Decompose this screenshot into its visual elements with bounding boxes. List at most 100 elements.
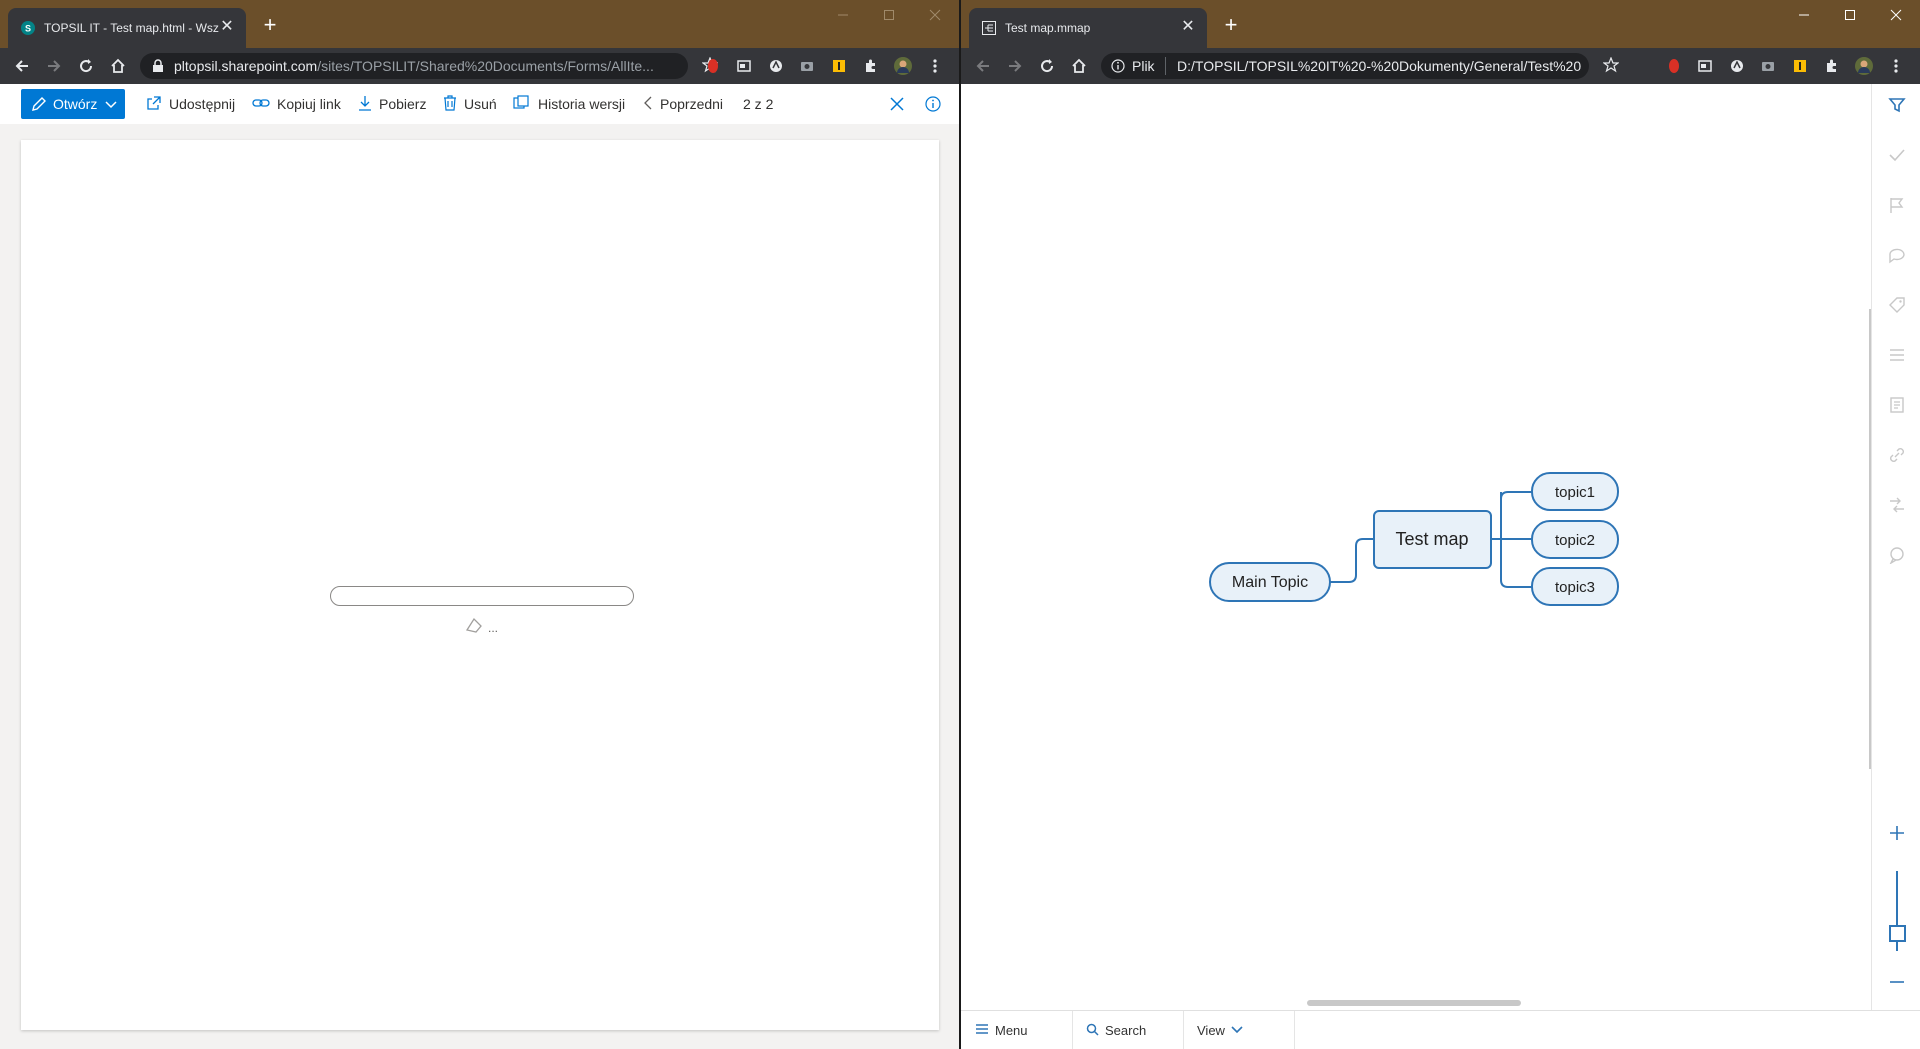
browser-menu-icon[interactable] [926, 57, 944, 75]
comment-icon[interactable] [1886, 244, 1908, 266]
delete-label: Usuń [464, 96, 497, 112]
search-icon [1086, 1023, 1099, 1039]
tab-title: Test map.mmap [1005, 21, 1091, 35]
info-icon[interactable] [925, 89, 941, 119]
home-icon[interactable] [104, 52, 132, 80]
address-bar[interactable]: Plik D:/TOPSIL/TOPSIL%20IT%20-%20Dokumen… [1101, 53, 1620, 79]
extension-circle-icon[interactable] [1728, 57, 1746, 75]
browser-toolbar: Plik D:/TOPSIL/TOPSIL%20IT%20-%20Dokumen… [961, 48, 1920, 84]
loading-icon [464, 616, 484, 639]
zoom-in-icon[interactable] [1886, 822, 1908, 844]
extensions-puzzle-icon[interactable] [1823, 57, 1841, 75]
delete-button[interactable]: Usuń [443, 89, 497, 119]
extension-camera-icon[interactable] [1759, 57, 1777, 75]
browser-toolbar: pltopsil.sharepoint.com/sites/TOPSILIT/S… [0, 48, 959, 84]
extension-circle-icon[interactable] [767, 57, 785, 75]
mindmap-bottom-bar: Menu Search View [961, 1010, 1920, 1049]
extension-camera-icon[interactable] [798, 57, 816, 75]
browser-tab-active[interactable]: Test map.mmap ✕ [969, 8, 1207, 48]
extension-yellow-icon[interactable] [1791, 57, 1809, 75]
browser-menu-icon[interactable] [1887, 57, 1905, 75]
bookmark-star-icon[interactable] [1602, 56, 1620, 76]
minimize-button[interactable] [820, 0, 866, 30]
extension-window-icon[interactable] [735, 57, 753, 75]
share-button[interactable]: Udostępnij [146, 89, 235, 119]
version-history-button[interactable]: Historia wersji [513, 89, 625, 119]
preview-page: ... [21, 140, 939, 1030]
flag-icon[interactable] [1886, 194, 1908, 216]
browser-window-mindmap: Test map.mmap ✕ + Plik D:/TOPSIL/TOPSIL%… [961, 0, 1920, 1049]
tab-close-icon[interactable]: ✕ [216, 16, 238, 38]
chevron-left-icon [643, 95, 653, 114]
sharepoint-command-bar: Otwórz Udostępnij Kopiuj link Pobierz Us… [0, 84, 959, 124]
view-label: View [1197, 1023, 1225, 1038]
menu-label: Menu [995, 1023, 1028, 1038]
version-history-icon [513, 94, 531, 114]
filter-icon[interactable] [1886, 94, 1908, 116]
previous-label: Poprzedni [660, 96, 724, 112]
new-tab-button[interactable]: + [258, 14, 282, 38]
url-host: pltopsil.sharepoint.com [174, 58, 318, 74]
previous-button[interactable]: Poprzedni [643, 89, 723, 119]
speech-bubble-icon[interactable] [1886, 544, 1908, 566]
zoom-out-icon[interactable] [1886, 971, 1908, 993]
forward-icon[interactable] [1001, 52, 1029, 80]
subtopic-label-2: topic2 [1555, 532, 1595, 549]
close-window-button[interactable] [912, 0, 958, 30]
close-preview-icon[interactable] [890, 89, 904, 119]
extension-red-icon[interactable] [704, 57, 722, 75]
back-icon[interactable] [8, 52, 36, 80]
subtopic-label-3: topic3 [1555, 579, 1595, 596]
tag-icon[interactable] [1886, 294, 1908, 316]
back-icon[interactable] [969, 52, 997, 80]
extensions-puzzle-icon[interactable] [862, 57, 880, 75]
notes-icon[interactable] [1886, 394, 1908, 416]
avatar[interactable] [894, 57, 912, 75]
horizontal-scrollbar[interactable] [1307, 1000, 1521, 1006]
relationship-icon[interactable] [1886, 494, 1908, 516]
lock-icon [152, 59, 164, 76]
page-counter: 2 z 2 [743, 96, 774, 112]
central-topic-label: Test map [1395, 529, 1468, 549]
new-tab-button[interactable]: + [1219, 14, 1243, 38]
extension-red-icon[interactable] [1665, 57, 1683, 75]
mindmap-canvas[interactable]: Main Topic Test map topic1 topic2 topic3 [961, 84, 1871, 1010]
chevron-down-icon [105, 97, 117, 113]
close-window-button[interactable] [1873, 0, 1919, 30]
extension-window-icon[interactable] [1696, 57, 1714, 75]
home-icon[interactable] [1065, 52, 1093, 80]
forward-icon[interactable] [40, 52, 68, 80]
avatar[interactable] [1855, 57, 1873, 75]
mindmap-diagram: Main Topic Test map topic1 topic2 topic3 [1209, 472, 1619, 606]
minimize-button[interactable] [1781, 0, 1827, 30]
open-label: Otwórz [53, 96, 98, 112]
download-button[interactable]: Pobierz [358, 89, 426, 119]
loading-text: ... [488, 621, 499, 635]
copy-link-button[interactable]: Kopiuj link [252, 89, 341, 119]
address-bar[interactable]: pltopsil.sharepoint.com/sites/TOPSILIT/S… [140, 53, 719, 79]
open-button[interactable]: Otwórz [21, 89, 125, 119]
search-button[interactable]: Search [1072, 1011, 1184, 1049]
loading-progress-bar [330, 586, 634, 606]
list-icon[interactable] [1886, 344, 1908, 366]
share-icon [146, 95, 162, 114]
maximize-button[interactable] [1827, 0, 1873, 30]
checkmark-icon[interactable] [1886, 144, 1908, 166]
extension-yellow-icon[interactable] [830, 57, 848, 75]
mindmap-side-panel [1871, 84, 1920, 1010]
maximize-button[interactable] [866, 0, 912, 30]
browser-tab-active[interactable]: S TOPSIL IT - Test map.html - Wszy ✕ [8, 8, 246, 48]
reload-icon[interactable] [72, 52, 100, 80]
reload-icon[interactable] [1033, 52, 1061, 80]
view-button[interactable]: View [1183, 1011, 1295, 1049]
download-label: Pobierz [379, 96, 427, 112]
version-history-label: Historia wersji [538, 96, 626, 112]
tab-close-icon[interactable]: ✕ [1177, 16, 1199, 38]
svg-text:S: S [25, 24, 31, 34]
menu-button[interactable]: Menu [961, 1011, 1073, 1049]
tab-title: TOPSIL IT - Test map.html - Wszy [44, 21, 219, 35]
copy-link-label: Kopiuj link [277, 96, 341, 112]
pencil-icon [31, 96, 47, 115]
zoom-slider-handle[interactable] [1889, 925, 1906, 942]
link-icon[interactable] [1886, 444, 1908, 466]
